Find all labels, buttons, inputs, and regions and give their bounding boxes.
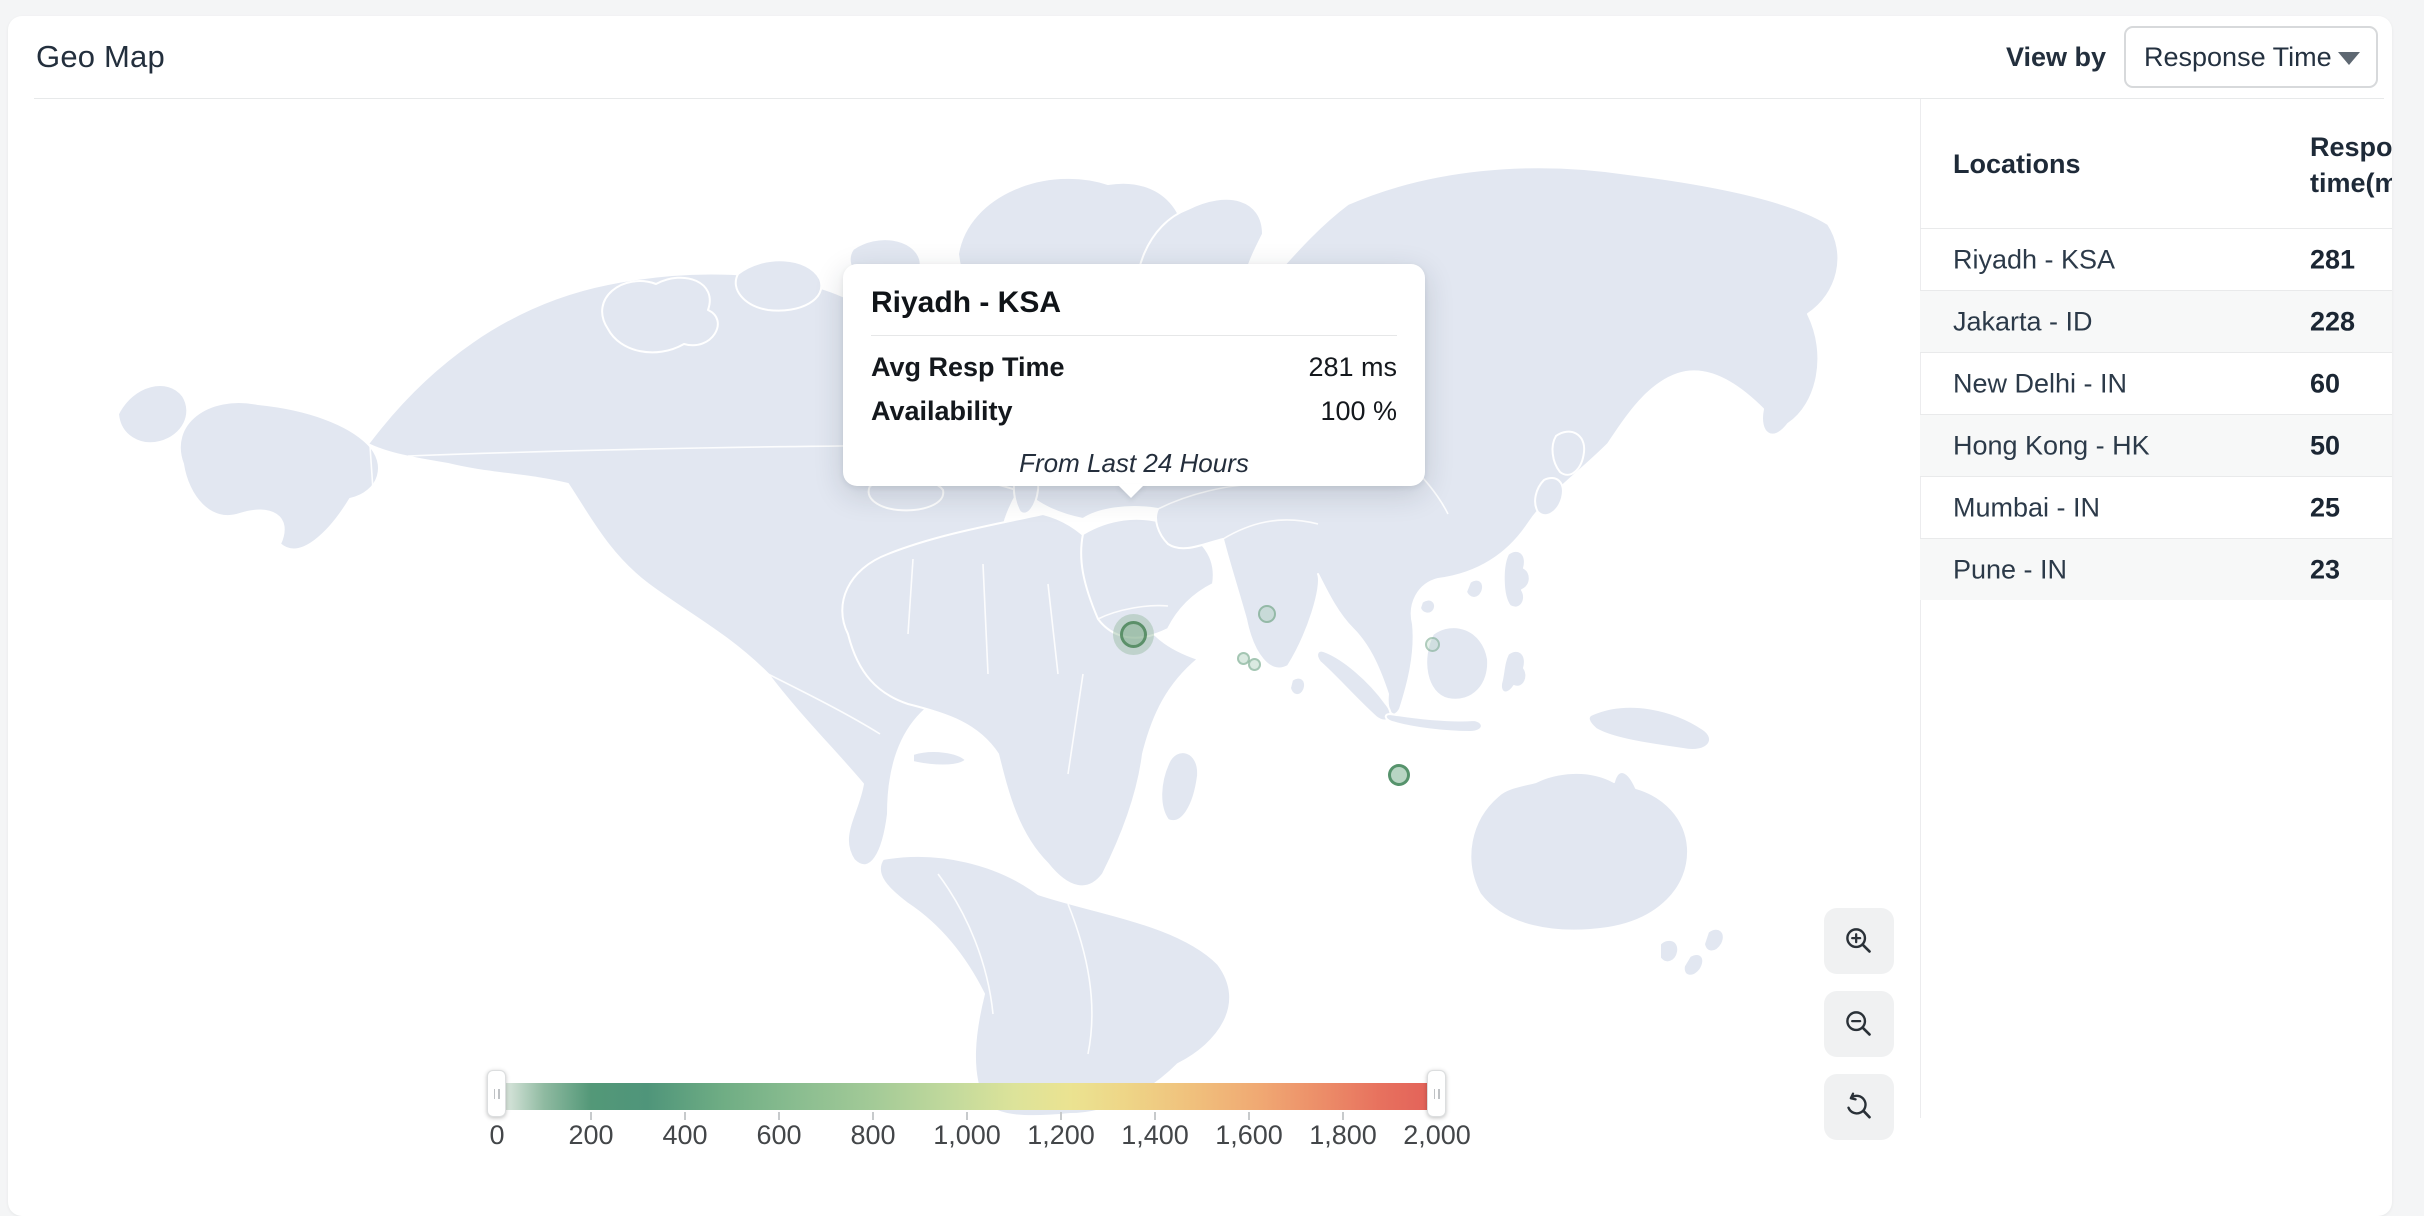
tooltip-divider bbox=[871, 335, 1397, 336]
response-time-cell: 25 bbox=[2310, 492, 2340, 523]
legend-gradient-bar bbox=[497, 1083, 1437, 1110]
tooltip-row-label: Availability bbox=[871, 396, 1013, 427]
tooltip-rows: Avg Resp Time 281 ms Availability 100 % bbox=[871, 352, 1397, 427]
legend-tick-mark bbox=[684, 1112, 686, 1120]
tooltip-row: Avg Resp Time 281 ms bbox=[871, 352, 1397, 383]
zoom-in-button[interactable] bbox=[1824, 908, 1894, 974]
tooltip-row-value: 100 % bbox=[1320, 396, 1397, 427]
legend-tick-mark bbox=[1060, 1112, 1062, 1120]
tooltip-row: Availability 100 % bbox=[871, 396, 1397, 427]
tooltip-row-label: Avg Resp Time bbox=[871, 352, 1065, 383]
map-zoom-controls bbox=[1824, 908, 1894, 1140]
tooltip-footer: From Last 24 Hours bbox=[871, 448, 1397, 479]
table-header: Locations Response time(ms) bbox=[1920, 99, 2392, 228]
tooltip-row-value: 281 ms bbox=[1308, 352, 1397, 383]
location-cell: Jakarta - ID bbox=[1953, 306, 2093, 337]
column-header-response-time: Response time(ms) bbox=[2310, 129, 2392, 201]
view-by-label: View by bbox=[2006, 42, 2106, 73]
chevron-down-icon bbox=[2338, 52, 2360, 65]
table-row[interactable]: New Delhi - IN 60 bbox=[1920, 352, 2392, 414]
response-time-cell: 50 bbox=[2310, 430, 2340, 461]
response-time-cell: 60 bbox=[2310, 368, 2340, 399]
legend-tick-mark bbox=[872, 1112, 874, 1120]
legend-tick-mark bbox=[1154, 1112, 1156, 1120]
zoom-out-icon bbox=[1842, 1007, 1876, 1041]
location-cell: Pune - IN bbox=[1953, 554, 2067, 585]
table-body: Riyadh - KSA 281 Jakarta - ID 228 New De… bbox=[1920, 228, 2392, 600]
location-cell: Hong Kong - HK bbox=[1953, 430, 2150, 461]
table-row[interactable]: Hong Kong - HK 50 bbox=[1920, 414, 2392, 476]
zoom-out-button[interactable] bbox=[1824, 991, 1894, 1057]
legend-tick-mark bbox=[778, 1112, 780, 1120]
map-marker-new-delhi-in[interactable] bbox=[1258, 605, 1276, 623]
response-time-legend: 02004006008001,0001,2001,4001,6001,8002,… bbox=[467, 1068, 1487, 1178]
location-cell: Mumbai - IN bbox=[1953, 492, 2100, 523]
zoom-in-icon bbox=[1842, 924, 1876, 958]
view-by-selected-value: Response Time bbox=[2144, 42, 2332, 73]
map-marker-pune-in[interactable] bbox=[1248, 658, 1261, 671]
response-time-cell: 23 bbox=[2310, 554, 2340, 585]
tooltip-arrow bbox=[1117, 484, 1145, 498]
table-row[interactable]: Riyadh - KSA 281 bbox=[1920, 228, 2392, 290]
location-cell: Riyadh - KSA bbox=[1953, 244, 2115, 275]
legend-min-handle[interactable] bbox=[487, 1070, 506, 1117]
legend-tick-mark bbox=[966, 1112, 968, 1120]
map-marker-hong-kong-hk[interactable] bbox=[1425, 637, 1440, 652]
table-row[interactable]: Mumbai - IN 25 bbox=[1920, 476, 2392, 538]
zoom-reset-icon bbox=[1842, 1090, 1876, 1124]
view-by-dropdown[interactable]: Response Time bbox=[2124, 26, 2378, 88]
header-controls: View by Response Time bbox=[2006, 16, 2378, 98]
location-cell: New Delhi - IN bbox=[1953, 368, 2127, 399]
response-time-cell: 228 bbox=[2310, 306, 2355, 337]
tooltip-title: Riyadh - KSA bbox=[871, 286, 1397, 320]
page-title: Geo Map bbox=[36, 39, 165, 75]
table-row[interactable]: Jakarta - ID 228 bbox=[1920, 290, 2392, 352]
location-tooltip: Riyadh - KSA Avg Resp Time 281 ms Availa… bbox=[843, 264, 1425, 486]
zoom-reset-button[interactable] bbox=[1824, 1074, 1894, 1140]
legend-tick-mark bbox=[1342, 1112, 1344, 1120]
card-header: Geo Map View by Response Time bbox=[8, 16, 2392, 98]
world-map[interactable]: Riyadh - KSA Avg Resp Time 281 ms Availa… bbox=[8, 99, 1920, 1216]
map-marker-jakarta-id[interactable] bbox=[1388, 764, 1410, 786]
response-time-cell: 281 bbox=[2310, 244, 2355, 275]
legend-tick-mark bbox=[590, 1112, 592, 1120]
legend-max-handle[interactable] bbox=[1427, 1070, 1446, 1117]
column-header-locations: Locations bbox=[1953, 149, 2081, 180]
map-marker-riyadh-ksa[interactable] bbox=[1120, 621, 1147, 648]
legend-tick-label: 2,000 bbox=[1377, 1120, 1497, 1151]
geo-map-page: Geo Map View by Response Time bbox=[0, 0, 2424, 1102]
locations-panel: Locations Response time(ms) Riyadh - KSA… bbox=[1920, 99, 2392, 1118]
table-row[interactable]: Pune - IN 23 bbox=[1920, 538, 2392, 600]
geo-map-card: Geo Map View by Response Time bbox=[8, 16, 2392, 1216]
legend-tick-mark bbox=[1248, 1112, 1250, 1120]
